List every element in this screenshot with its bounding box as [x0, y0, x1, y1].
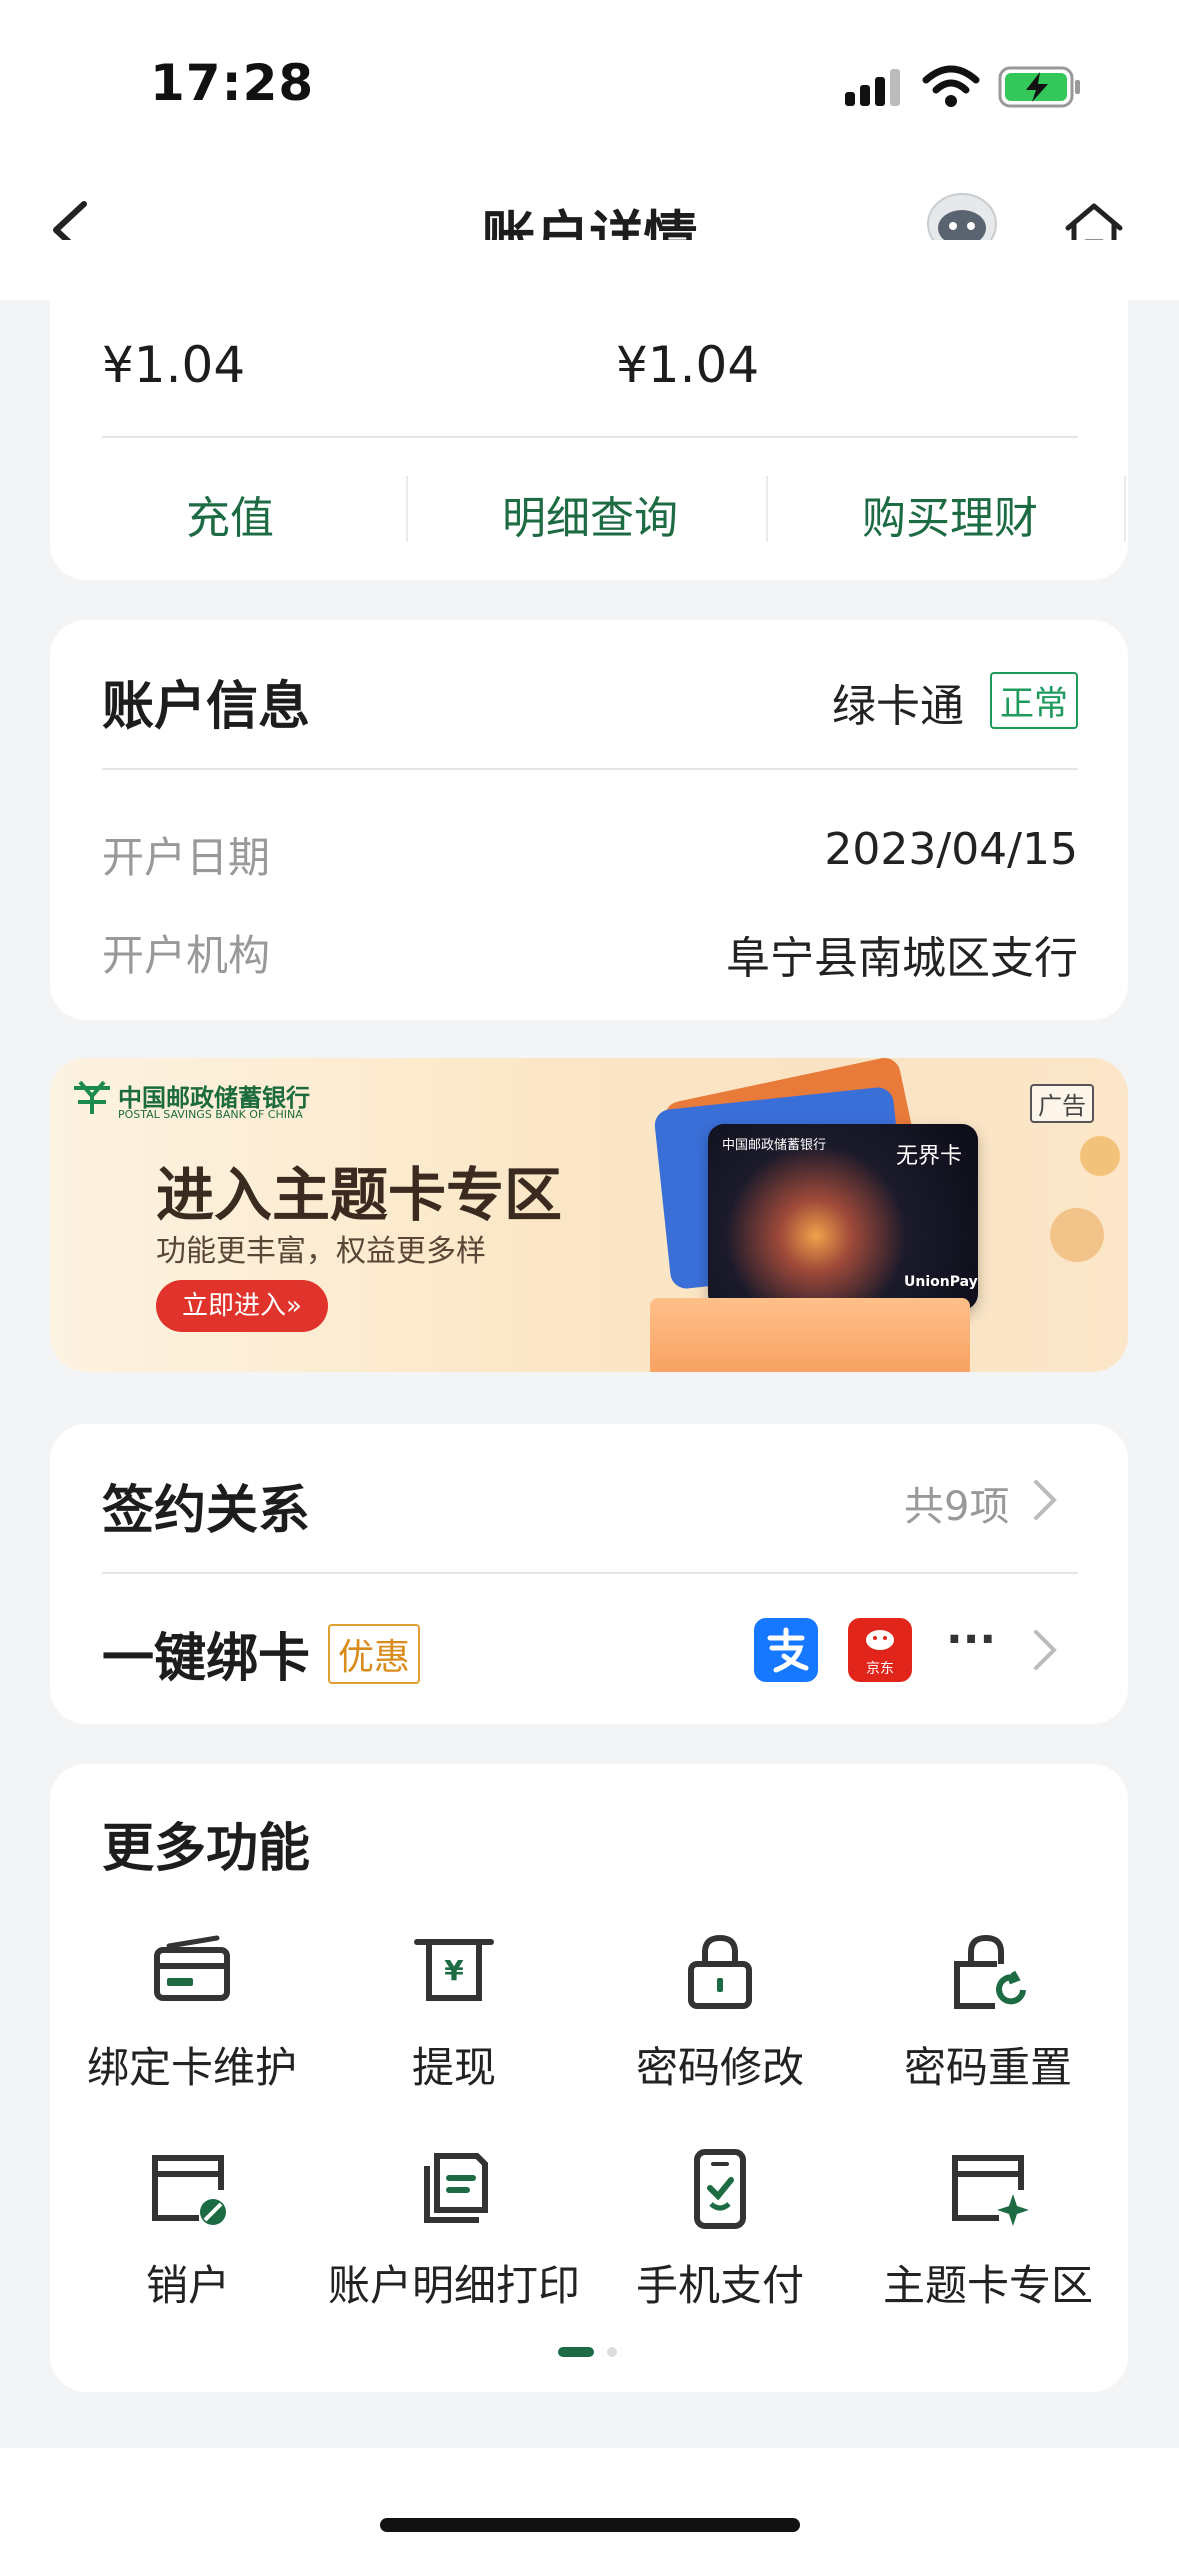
- svg-text:¥: ¥: [444, 1954, 464, 1987]
- function-close-account[interactable]: 销户: [68, 2144, 308, 2313]
- function-theme-card-zone[interactable]: 主题卡专区: [868, 2144, 1108, 2313]
- theme-card-banner[interactable]: 中国邮政储蓄银行 POSTAL SAVINGS BANK OF CHINA 进入…: [50, 1058, 1128, 1372]
- close-account-icon: [152, 2155, 226, 2225]
- coin-decoration: [1080, 1136, 1120, 1176]
- signing-title[interactable]: 签约关系: [102, 1468, 310, 1543]
- function-label: 主题卡专区: [882, 2261, 1093, 2310]
- theme-card-icon: [952, 2155, 1029, 2226]
- card-bank-name: 中国邮政储蓄银行: [722, 1138, 827, 1153]
- card-icon: [154, 1935, 230, 2001]
- status-time: 17:28: [150, 54, 315, 112]
- chevron-right-icon[interactable]: [1032, 1628, 1058, 1672]
- bind-card-title[interactable]: 一键绑卡: [102, 1616, 310, 1691]
- mobile-pay-icon: [694, 2149, 746, 2229]
- buy-wealth-button[interactable]: 购买理财: [790, 482, 1110, 546]
- page-dot-active: [558, 2347, 594, 2357]
- pedestal-decoration: [650, 1298, 970, 1372]
- function-statement-print[interactable]: 账户明细打印: [328, 2144, 580, 2313]
- discount-badge: 优惠: [328, 1624, 421, 1684]
- balance-amount-left: ¥1.04: [102, 336, 246, 394]
- bank-name-en: POSTAL SAVINGS BANK OF CHINA: [118, 1108, 303, 1121]
- page-indicator: [558, 2342, 618, 2361]
- psbc-logo-icon: [74, 1080, 110, 1114]
- banner-headline: 进入主题卡专区: [156, 1161, 563, 1229]
- function-label: 销户: [145, 2261, 230, 2310]
- coin-decoration: [1050, 1208, 1104, 1262]
- bottom-area: [0, 2448, 1179, 2556]
- divider: [766, 476, 768, 542]
- card-type-label: 绿卡通: [832, 681, 964, 732]
- open-date-value: 2023/04/15: [824, 824, 1078, 875]
- divider: [102, 768, 1078, 770]
- signal-icon: [845, 69, 900, 106]
- open-branch-label: 开户机构: [102, 931, 271, 980]
- function-label: 提现: [411, 2043, 496, 2092]
- lock-reset-icon: [954, 1934, 1026, 2009]
- battery-icon: [998, 66, 1080, 108]
- ad-tag: 广告: [1030, 1084, 1094, 1123]
- card-label: 无界卡: [896, 1144, 963, 1169]
- wifi-icon: [922, 65, 980, 107]
- more-icon[interactable]: ···: [946, 1614, 996, 1665]
- jd-label: 京东: [866, 1661, 894, 1677]
- home-indicator[interactable]: [380, 2518, 800, 2532]
- unionpay-logo: UnionPay: [904, 1274, 978, 1290]
- status-badge: 正常: [990, 672, 1078, 729]
- function-label: 绑定卡维护: [86, 2043, 297, 2092]
- function-password-change[interactable]: 密码修改: [600, 1926, 840, 2095]
- jd-icon[interactable]: 京东: [848, 1618, 912, 1682]
- alipay-icon[interactable]: [754, 1618, 818, 1682]
- divider: [406, 476, 408, 542]
- function-password-reset[interactable]: 密码重置: [868, 1926, 1108, 2095]
- function-label: 账户明细打印: [327, 2261, 580, 2310]
- theme-card-image: 中国邮政储蓄银行 无界卡 UnionPay: [708, 1124, 978, 1310]
- withdraw-icon: ¥: [414, 1939, 494, 2001]
- detail-query-button[interactable]: 明细查询: [430, 482, 750, 546]
- account-info-title: 账户信息: [102, 677, 311, 737]
- open-date-label: 开户日期: [102, 833, 271, 882]
- divider: [1124, 476, 1126, 542]
- print-icon: [424, 2153, 488, 2223]
- more-functions-title: 更多功能: [102, 1819, 311, 1879]
- enter-now-button[interactable]: 立即进入»: [156, 1280, 328, 1332]
- divider: [102, 436, 1078, 438]
- recharge-button[interactable]: 充值: [80, 482, 380, 546]
- function-bind-card-maintenance[interactable]: 绑定卡维护: [72, 1926, 312, 2095]
- function-label: 密码重置: [903, 2043, 1072, 2092]
- signing-count[interactable]: 共9项: [904, 1474, 1009, 1532]
- lock-icon: [688, 1934, 752, 2009]
- divider: [102, 1572, 1078, 1574]
- page-dot: [607, 2347, 618, 2357]
- balance-amount-right: ¥1.04: [616, 336, 760, 394]
- banner-subline: 功能更丰富，权益更多样: [156, 1234, 486, 1269]
- function-label: 手机支付: [635, 2261, 804, 2310]
- open-branch-value: 阜宁县南城区支行: [726, 933, 1078, 984]
- function-label: 密码修改: [635, 2043, 804, 2092]
- function-withdraw[interactable]: ¥ 提现: [334, 1926, 574, 2095]
- chevron-right-icon[interactable]: [1032, 1478, 1058, 1522]
- function-mobile-pay[interactable]: 手机支付: [600, 2144, 840, 2313]
